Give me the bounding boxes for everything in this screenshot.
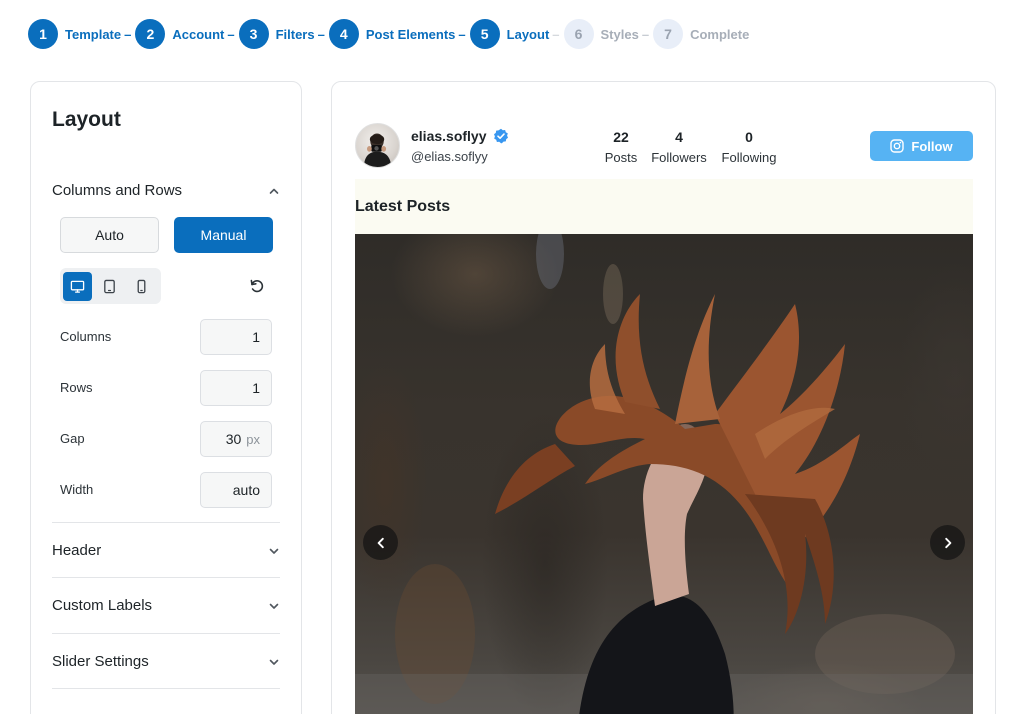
step-filters[interactable]: 3 Filters – [238,19,329,49]
verified-badge-icon [493,128,508,144]
mobile-icon [137,279,146,293]
auto-mode-button[interactable]: Auto [60,217,159,253]
step-template[interactable]: 1 Template – [28,19,135,49]
step-label: Account [172,26,225,42]
followers-count: 4 [675,129,683,145]
header-section-toggle[interactable]: Header [52,542,280,559]
slider-settings-section-toggle[interactable]: Slider Settings [52,653,280,670]
setup-stepper: 1 Template – 2 Account – 3 Filters – 4 P… [28,18,749,50]
step-separator: – [458,26,466,42]
step-number: 3 [238,19,269,49]
step-number: 1 [28,19,58,49]
step-label: Post Elements [365,26,456,42]
rows-input[interactable]: 1 [200,370,272,406]
following-count: 0 [745,129,753,145]
following-label: Following [721,150,777,165]
desktop-icon [70,280,85,293]
width-input[interactable]: auto [200,472,272,508]
post-photo [355,234,973,714]
step-label: Filters [275,26,315,42]
profile-name[interactable]: elias.soflyy [411,128,509,144]
step-separator: – [641,26,650,42]
tablet-icon [104,279,115,293]
step-separator: – [317,26,325,42]
rows-value: 1 [252,380,260,396]
followers-label: Followers [651,150,707,165]
step-styles[interactable]: 6 Styles – [563,19,654,49]
step-separator: – [227,26,235,42]
section-heading: Columns and Rows [52,182,183,199]
step-label: Layout [506,26,550,42]
follow-button[interactable]: Follow [870,131,973,161]
step-number: 6 [563,19,594,49]
gap-input[interactable]: 30 px [200,421,272,457]
username-text: elias.soflyy [411,128,487,144]
layout-settings-panel: Layout Columns and Rows Auto Manual Colu… [30,81,302,714]
step-account[interactable]: 2 Account – [135,19,238,49]
latest-posts-title: Latest Posts [355,198,451,215]
step-post-elements[interactable]: 4 Post Elements – [328,19,470,49]
width-label: Width [60,482,94,497]
step-layout[interactable]: 5 Layout – [469,19,564,49]
section-divider [52,688,280,689]
gap-unit: px [246,431,260,447]
manual-mode-button[interactable]: Manual [174,217,273,253]
chevron-right-icon [944,537,951,548]
chevron-left-icon [377,537,384,548]
section-heading: Slider Settings [52,653,149,670]
rows-label: Rows [60,380,93,395]
feed-preview-panel: elias.soflyy @elias.soflyy 22 Posts 4 Fo… [331,81,996,714]
slider-next-button[interactable] [930,525,965,560]
chevron-down-icon [269,659,279,665]
post-image[interactable] [355,234,973,714]
section-divider [52,577,280,578]
columns-rows-toggle[interactable]: Columns and Rows [52,182,280,199]
custom-labels-section-toggle[interactable]: Custom Labels [52,597,280,614]
chevron-down-icon [269,548,279,554]
posts-count: 22 [613,129,629,145]
tablet-device-button[interactable] [95,272,124,301]
profile-handle: @elias.soflyy [411,149,488,164]
step-number: 5 [469,19,500,49]
step-number: 7 [653,19,684,49]
step-separator: – [552,26,560,42]
following-stat: 0 Following [719,129,779,165]
step-number: 4 [328,19,359,49]
posts-label: Posts [604,150,638,165]
gap-label: Gap [60,431,85,446]
followers-stat: 4 Followers [650,129,708,165]
columns-input[interactable]: 1 [200,319,272,355]
width-value: auto [232,482,260,498]
section-heading: Custom Labels [52,597,153,614]
step-label: Styles [600,26,639,42]
posts-stat: 22 Posts [603,129,639,165]
section-heading: Header [52,542,102,559]
device-switcher [60,268,161,304]
columns-label: Columns [60,329,112,344]
follow-label: Follow [911,138,953,154]
step-label: Complete [690,26,750,42]
step-separator: – [124,26,132,42]
section-divider [52,522,280,523]
reset-icon[interactable] [248,277,266,295]
section-divider [52,633,280,634]
avatar-photo [363,133,392,167]
instagram-icon [890,139,905,153]
desktop-device-button[interactable] [63,271,92,301]
step-complete[interactable]: 7 Complete [653,19,749,49]
chevron-down-icon [269,603,279,609]
step-label: Template [65,26,122,42]
chevron-up-icon [269,188,279,194]
latest-posts-header: Latest Posts [355,179,973,234]
columns-value: 1 [252,329,260,345]
slider-prev-button[interactable] [363,525,398,560]
mobile-device-button[interactable] [127,272,156,301]
step-number: 2 [135,19,166,49]
avatar[interactable] [355,123,400,168]
panel-title: Layout [52,108,121,131]
gap-value: 30 [225,431,242,447]
